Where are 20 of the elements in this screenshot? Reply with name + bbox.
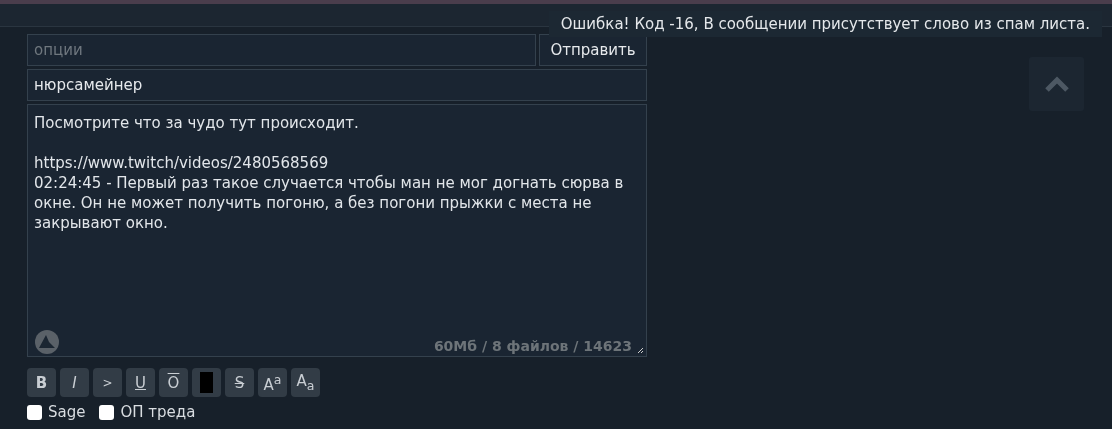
message-text: Посмотрите что за чудо тут происходит. https://www.twitch/videos/2480568569 02:24:45 - Первый раз такое случается чтобы ман не мог догнать сюрва в окне. Он не может получить погоню, а без погони прыжки с места не закрывают окно.: [34, 113, 625, 233]
quote-button[interactable]: >: [93, 368, 122, 397]
chevron-up-icon: [1043, 76, 1070, 92]
sub-button[interactable]: A$_{a}$: [291, 368, 320, 397]
bold-button[interactable]: B: [27, 368, 56, 397]
overline-button[interactable]: O: [159, 368, 188, 397]
limits-text: 60Мб / 8 файлов / 14623: [433, 338, 632, 355]
name-field[interactable]: нюрсамейнер: [27, 69, 647, 101]
options-field[interactable]: опции: [27, 34, 536, 66]
checkbox[interactable]: [27, 404, 42, 420]
message-field[interactable]: [27, 104, 647, 357]
strike-button[interactable]: S: [225, 368, 254, 397]
sup-button[interactable]: A$^{a}$: [258, 368, 287, 397]
checkbox-label: ОП треда: [120, 403, 196, 421]
underline-button[interactable]: U: [126, 368, 155, 397]
logo-icon: [34, 329, 60, 355]
resize-handle-icon[interactable]: [637, 347, 644, 354]
checkbox-label: Sage: [48, 403, 86, 421]
checkbox[interactable]: [99, 404, 115, 420]
italic-button[interactable]: I: [60, 368, 89, 397]
